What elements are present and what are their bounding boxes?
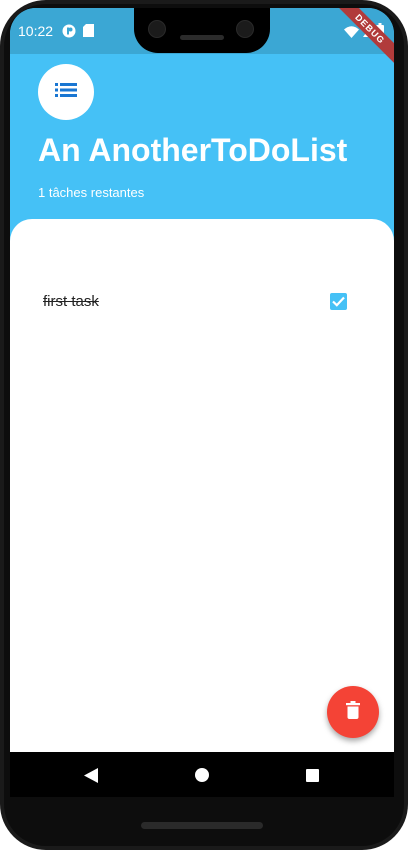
earpiece-speaker [180,35,224,40]
task-checkbox[interactable] [330,293,347,310]
app-header: An AnotherToDoList 1 tâches restantes [10,54,394,234]
phone-chin-speaker [141,822,263,829]
back-icon[interactable] [79,763,103,787]
wifi-icon [344,25,359,43]
remaining-tasks-count: 1 tâches restantes [38,185,145,200]
front-camera [148,20,166,38]
trash-icon [346,700,360,724]
home-icon[interactable] [190,763,214,787]
front-sensor [236,20,254,38]
recents-icon[interactable] [300,763,324,787]
screen: 10:22 DEBUG An AnotherToDoList 1 tâches … [10,8,394,797]
task-list-panel: first task [10,219,394,759]
page-title: An AnotherToDoList [38,132,348,168]
phone-frame: 10:22 DEBUG An AnotherToDoList 1 tâches … [0,0,408,850]
notification-icon [62,24,76,43]
camera-notch [134,8,270,53]
task-label: first task [43,293,99,310]
status-time: 10:22 [18,23,54,39]
navigation-bar [10,752,394,797]
status-bar: 10:22 DEBUG [10,8,394,67]
delete-completed-button[interactable] [327,686,379,738]
list-icon [55,82,77,103]
task-row[interactable]: first task [10,280,394,324]
sd-card-icon [83,24,94,42]
check-icon [332,296,345,307]
app-logo [38,64,94,120]
